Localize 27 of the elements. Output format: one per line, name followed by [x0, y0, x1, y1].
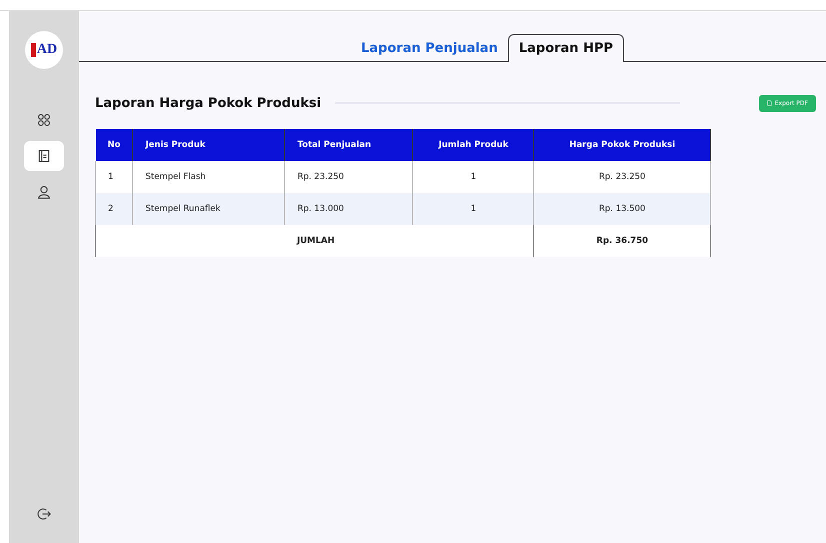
column-header: Harga Pokok Produksi	[534, 129, 710, 161]
table-cell: 2	[96, 193, 133, 225]
column-header: Total Penjualan	[284, 129, 413, 161]
column-header: No	[96, 129, 133, 161]
sidebar-item[interactable]	[24, 141, 64, 171]
table-cell: 1	[412, 193, 534, 225]
table-cell: Stempel Flash	[132, 161, 285, 193]
user-icon	[37, 185, 51, 199]
column-header: Jenis Produk	[132, 129, 285, 161]
table-cell: Stempel Runaflek	[132, 193, 285, 225]
table-cell: Rp. 23.250	[284, 161, 413, 193]
tab[interactable]: Laporan Penjualan	[351, 41, 508, 62]
section-title: Laporan Harga Pokok Produksi	[95, 96, 322, 110]
apps-icon	[37, 113, 51, 127]
table-cell: Rp. 23.250	[534, 161, 710, 193]
column-header: Jumlah Produk	[412, 129, 534, 161]
total-value: Rp. 36.750	[534, 225, 710, 257]
tab[interactable]: Laporan HPP	[508, 34, 624, 62]
logout-icon	[37, 507, 51, 521]
total-label: JUMLAH	[284, 225, 534, 257]
logo-text: AD	[30, 43, 58, 57]
table-cell: Rp. 13.000	[284, 193, 413, 225]
file-icon	[766, 100, 772, 106]
table-cell: 1	[412, 161, 534, 193]
document-icon	[37, 149, 51, 163]
table-cell: Rp. 13.500	[534, 193, 710, 225]
table-cell: 1	[96, 161, 133, 193]
